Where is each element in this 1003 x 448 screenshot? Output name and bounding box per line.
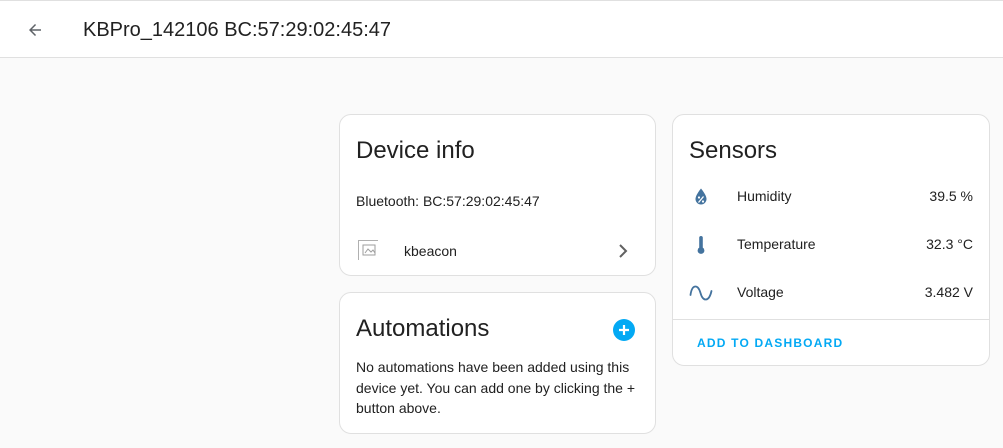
add-automation-button[interactable] bbox=[613, 319, 635, 341]
sensor-value: 3.482 V bbox=[924, 284, 973, 300]
page-title: KBPro_142106 BC:57:29:02:45:47 bbox=[83, 19, 392, 41]
arrow-left-icon bbox=[29, 24, 41, 36]
sensor-row-temperature[interactable]: Temperature 32.3 °C bbox=[673, 223, 989, 263]
bluetooth-connection: Bluetooth: BC:57:29:02:45:47 bbox=[356, 193, 540, 209]
sine-wave-icon bbox=[689, 285, 713, 301]
thermometer-icon bbox=[697, 236, 705, 254]
chevron-right-icon bbox=[619, 244, 628, 258]
automations-empty-text: No automations have been added using thi… bbox=[356, 359, 636, 416]
sensor-row-voltage[interactable]: Voltage 3.482 V bbox=[673, 271, 989, 311]
automations-card: Automations No automations have been add… bbox=[339, 292, 656, 434]
sensor-row-humidity[interactable]: Humidity 39.5 % bbox=[673, 175, 989, 215]
app-toolbar: KBPro_142106 BC:57:29:02:45:47 bbox=[0, 0, 1003, 58]
device-info-card: Device info Bluetooth: BC:57:29:02:45:47… bbox=[339, 114, 656, 276]
sensor-name: Voltage bbox=[737, 284, 784, 300]
integration-link-kbeacon[interactable]: kbeacon bbox=[340, 234, 655, 270]
sensor-name: Humidity bbox=[737, 188, 792, 204]
water-percent-icon bbox=[695, 188, 707, 205]
back-button[interactable] bbox=[18, 13, 52, 47]
integration-label: kbeacon bbox=[404, 243, 457, 259]
sensors-title: Sensors bbox=[689, 137, 778, 164]
card-actions-divider bbox=[673, 319, 989, 320]
sensor-value: 32.3 °C bbox=[926, 236, 973, 252]
integration-logo bbox=[358, 240, 378, 260]
sensor-name: Temperature bbox=[737, 236, 816, 252]
sensor-value: 39.5 % bbox=[929, 188, 973, 204]
plus-circle-icon bbox=[619, 325, 629, 335]
sensors-card: Sensors Humidity 39.5 % Temperature 32.3… bbox=[672, 114, 990, 366]
add-to-dashboard-button[interactable]: ADD TO DASHBOARD bbox=[689, 328, 851, 358]
device-info-title: Device info bbox=[356, 137, 475, 164]
automations-title: Automations bbox=[356, 315, 490, 342]
